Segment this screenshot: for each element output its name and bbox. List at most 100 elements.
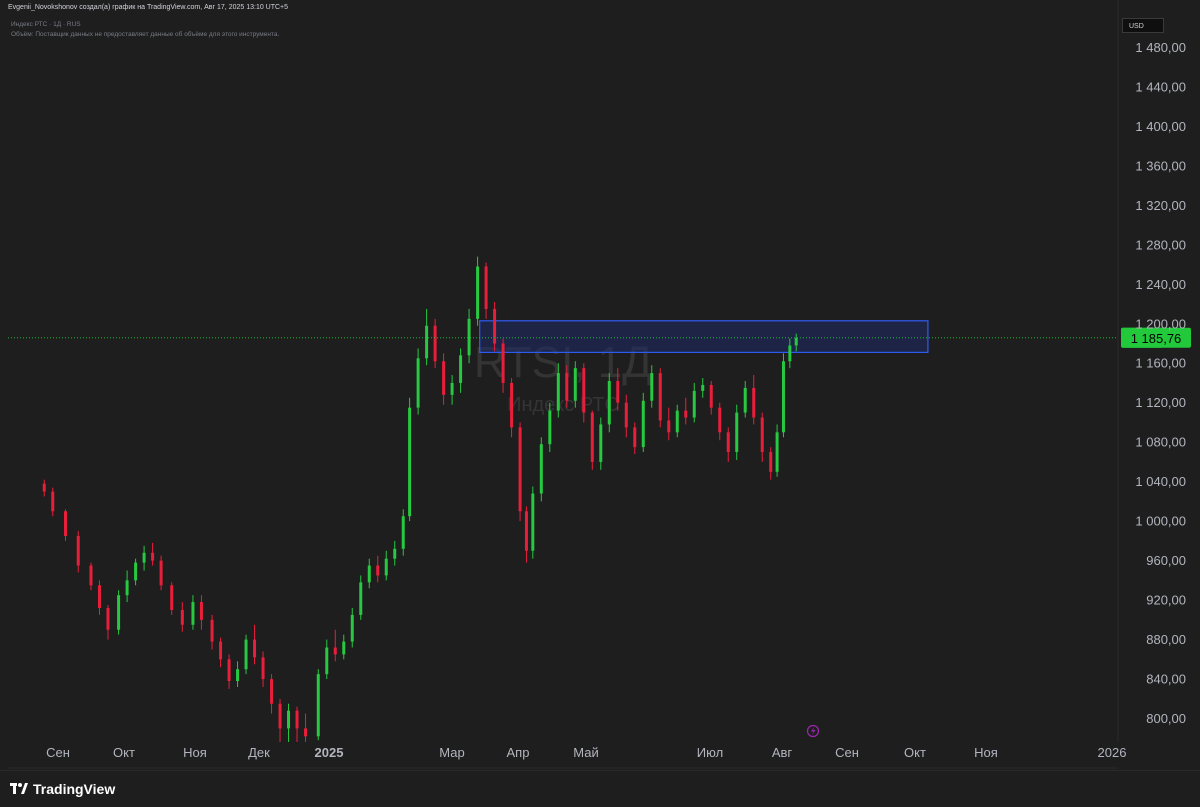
candle[interactable] — [199, 595, 203, 630]
candle-body — [510, 382, 514, 428]
candle[interactable] — [278, 698, 282, 742]
resistance-zone[interactable] — [479, 320, 929, 353]
candle-body — [501, 343, 505, 383]
candle[interactable] — [236, 661, 240, 687]
candle[interactable] — [253, 624, 257, 665]
candle[interactable] — [539, 437, 543, 502]
candle[interactable] — [384, 550, 388, 581]
candle[interactable] — [359, 575, 363, 620]
candle[interactable] — [510, 378, 514, 438]
candle[interactable] — [295, 706, 299, 742]
candle[interactable] — [367, 558, 371, 589]
candle[interactable] — [376, 555, 380, 583]
candle-body — [735, 412, 739, 453]
candle[interactable] — [484, 262, 488, 319]
tradingview-logo[interactable]: TradingView — [10, 781, 115, 797]
candle[interactable] — [316, 669, 320, 741]
candle[interactable] — [573, 361, 577, 408]
x-tick-label: 2025 — [315, 745, 344, 760]
candle[interactable] — [261, 651, 265, 687]
candle-body — [752, 387, 756, 418]
candle[interactable] — [325, 639, 329, 680]
candle[interactable] — [227, 654, 231, 689]
candle[interactable] — [675, 404, 679, 438]
candle[interactable] — [743, 380, 747, 418]
candle[interactable] — [624, 394, 628, 438]
tradingview-logo-text: TradingView — [33, 781, 116, 797]
candle[interactable] — [219, 637, 223, 668]
candle[interactable] — [151, 542, 155, 566]
candle[interactable] — [667, 407, 671, 441]
candle[interactable] — [342, 634, 346, 660]
candle[interactable] — [180, 602, 184, 632]
candle[interactable] — [142, 545, 146, 571]
candle[interactable] — [467, 308, 471, 364]
candle-body — [333, 647, 337, 655]
candle[interactable] — [191, 595, 195, 630]
candle[interactable] — [125, 570, 129, 603]
candle[interactable] — [270, 674, 274, 714]
candle[interactable] — [752, 375, 756, 425]
candle[interactable] — [401, 509, 405, 556]
candle-body — [794, 337, 798, 346]
candle[interactable] — [760, 412, 764, 462]
candle[interactable] — [518, 422, 522, 522]
candle[interactable] — [134, 558, 138, 586]
candle[interactable] — [97, 580, 101, 615]
candle[interactable] — [476, 256, 480, 326]
candle[interactable] — [159, 555, 163, 591]
candle[interactable] — [287, 703, 291, 742]
y-tick-label: 880,00 — [1146, 632, 1186, 647]
candle[interactable] — [333, 629, 337, 662]
candle[interactable] — [718, 402, 722, 441]
candle-body — [191, 602, 195, 625]
candle[interactable] — [658, 368, 662, 428]
candle-body — [775, 432, 779, 472]
candle[interactable] — [599, 417, 603, 470]
candle[interactable] — [726, 427, 730, 462]
candle[interactable] — [210, 614, 214, 650]
candle[interactable] — [590, 410, 594, 470]
candle[interactable] — [416, 348, 420, 415]
x-tick-label: Сен — [46, 745, 70, 760]
candle[interactable] — [350, 608, 354, 648]
candle[interactable] — [51, 487, 55, 517]
y-tick-label: 1 080,00 — [1135, 435, 1186, 450]
candle[interactable] — [433, 318, 437, 369]
candle[interactable] — [531, 486, 535, 559]
candle[interactable] — [641, 392, 645, 453]
candle[interactable] — [170, 582, 174, 615]
candle[interactable] — [607, 373, 611, 433]
candle-body — [287, 710, 291, 729]
candle[interactable] — [106, 605, 110, 640]
candle[interactable] — [524, 506, 528, 563]
candle[interactable] — [450, 375, 454, 405]
currency-badge[interactable]: USD — [1122, 18, 1164, 33]
candle[interactable] — [393, 540, 397, 566]
candle[interactable] — [701, 378, 705, 398]
candle[interactable] — [709, 380, 713, 415]
candle[interactable] — [775, 424, 779, 477]
candle[interactable] — [117, 590, 121, 635]
candle[interactable] — [684, 397, 688, 425]
candle[interactable] — [244, 634, 248, 675]
candle[interactable] — [633, 422, 637, 455]
event-marker[interactable] — [806, 724, 820, 738]
candle[interactable] — [735, 404, 739, 460]
price-chart[interactable]: RTSI, 1Д Индекс РТС 1 185,76 800,00840,0… — [0, 0, 1200, 770]
candle[interactable] — [76, 531, 80, 573]
candle[interactable] — [769, 447, 773, 480]
footer: TradingView — [0, 770, 1200, 807]
candle[interactable] — [781, 353, 785, 438]
candle[interactable] — [63, 509, 67, 541]
candle[interactable] — [425, 308, 429, 366]
candle[interactable] — [304, 713, 308, 742]
candle[interactable] — [42, 479, 46, 497]
candle[interactable] — [408, 397, 412, 522]
y-tick-label: 1 120,00 — [1135, 395, 1186, 410]
candle[interactable] — [89, 562, 93, 591]
candle[interactable] — [442, 353, 446, 405]
candle-body — [442, 361, 446, 395]
candle[interactable] — [692, 382, 696, 423]
candle[interactable] — [459, 348, 463, 393]
